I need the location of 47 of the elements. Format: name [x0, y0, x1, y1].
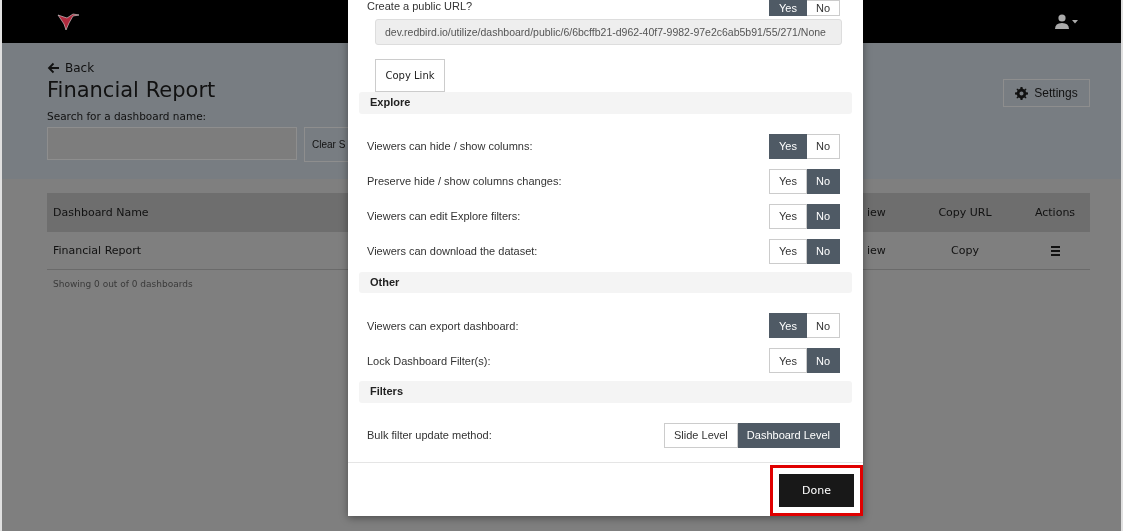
toggle-option[interactable]: Yes: [769, 133, 807, 159]
toggle-option[interactable]: No: [806, 203, 840, 229]
section-header: Explore: [359, 92, 852, 114]
section-header: Other: [359, 271, 852, 294]
setting-label: Viewers can edit Explore filters:: [367, 210, 521, 223]
section-header: Filters: [359, 381, 852, 403]
column-header: Actions: [1034, 206, 1076, 219]
page-title: Financial Report: [47, 78, 216, 102]
back-arrow-icon: [47, 62, 60, 74]
table-footer: Showing 0 out of 0 dashboards: [53, 279, 193, 289]
done-button[interactable]: Done: [779, 474, 854, 507]
column-header: Copy URL: [938, 206, 992, 219]
toggle-option[interactable]: No: [806, 313, 840, 339]
toggle-option[interactable]: No: [806, 238, 840, 264]
copy-link-button[interactable]: Copy Link: [375, 58, 445, 93]
toggle-option[interactable]: Yes: [769, 238, 807, 264]
toggle-option[interactable]: Yes: [769, 0, 807, 16]
toggle-option[interactable]: No: [806, 0, 840, 16]
setting-label: Lock Dashboard Filter(s):: [367, 354, 491, 367]
settings-button[interactable]: Settings: [1003, 79, 1090, 107]
table-cell[interactable]: iew: [867, 244, 886, 257]
column-header: iew: [867, 206, 886, 219]
column-header: Dashboard Name: [53, 206, 149, 219]
back-link[interactable]: Back: [47, 61, 95, 75]
setting-label: Bulk filter update method:: [367, 429, 492, 442]
gear-icon: [1015, 86, 1029, 100]
setting-label: Viewers can hide / show columns:: [367, 140, 533, 153]
setting-label: Create a public URL?: [367, 0, 473, 12]
toggle-option[interactable]: Slide Level: [664, 423, 738, 448]
table-cell: Financial Report: [53, 244, 142, 257]
search-label: Search for a dashboard name:: [47, 110, 207, 122]
table-cell[interactable]: Copy: [951, 244, 979, 257]
toggle-option[interactable]: Yes: [769, 203, 807, 229]
setting-label: Viewers can export dashboard:: [367, 319, 519, 332]
toggle-option[interactable]: Yes: [769, 348, 807, 374]
toggle-option[interactable]: No: [806, 168, 840, 194]
setting-label: Preserve hide / show columns changes:: [367, 175, 562, 188]
toggle-option[interactable]: Yes: [769, 313, 807, 339]
toggle-option[interactable]: Dashboard Level: [737, 423, 840, 448]
url-field[interactable]: dev.redbird.io/utilize/dashboard/public/6/6bcffb21-d962-40f7-9982-97e2c6ab5b91/55/271/None: [375, 18, 842, 45]
setting-label: Viewers can download the dataset:: [367, 245, 538, 258]
user-menu-icon[interactable]: [1055, 13, 1081, 30]
menu-icon[interactable]: [1050, 245, 1060, 256]
bird-logo-icon[interactable]: [57, 11, 81, 32]
toggle-option[interactable]: Yes: [769, 168, 807, 194]
toggle-option[interactable]: No: [806, 133, 840, 159]
toggle-option[interactable]: No: [806, 348, 840, 374]
